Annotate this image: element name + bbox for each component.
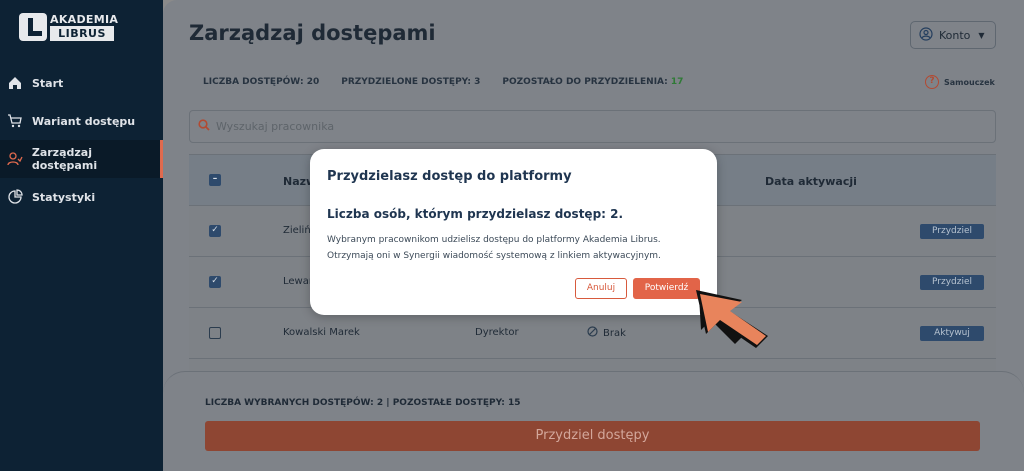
tutorial-label: Samouczek xyxy=(944,77,995,87)
employee-name: Lewar xyxy=(283,276,313,287)
assign-row-button[interactable]: Przydziel xyxy=(920,275,984,290)
sidebar-item-label: Wariant dostępu xyxy=(32,114,136,128)
account-label: Konto xyxy=(939,28,971,42)
employee-role: Dyrektor xyxy=(475,327,519,338)
account-button[interactable]: Konto ▼ xyxy=(910,21,996,49)
tutorial-link[interactable]: ? Samouczek xyxy=(925,75,995,89)
akademia-librus-logo[interactable]: AKADEMIA LIBRUS xyxy=(19,13,119,41)
access-status-label: Brak xyxy=(603,327,626,339)
sidebar-item-label: Statystyki xyxy=(32,190,96,204)
users-icon xyxy=(6,150,24,168)
row-checkbox[interactable] xyxy=(209,327,221,339)
pointer-arrow-icon xyxy=(696,290,768,348)
modal-body-line: Wybranym pracownikom udzielisz dostępu d… xyxy=(327,235,661,245)
modal-title: Przydzielasz dostęp do platformy xyxy=(327,169,572,184)
employee-name: Zieliń xyxy=(283,225,311,236)
cancel-button[interactable]: Anuluj xyxy=(575,278,627,299)
select-all-checkbox[interactable]: – xyxy=(209,174,221,186)
assign-access-button[interactable]: Przydziel dostępy xyxy=(205,421,980,451)
assign-row-button[interactable]: Przydziel xyxy=(920,224,984,239)
search-icon xyxy=(198,118,210,135)
search-input[interactable]: Wyszukaj pracownika xyxy=(189,110,996,143)
search-placeholder: Wyszukaj pracownika xyxy=(216,120,335,133)
sidebar: AKADEMIA LIBRUS Start Wariant dostępu Za… xyxy=(0,0,163,471)
stat-remaining: POZOSTAŁO DO PRZYDZIELENIA: 17 xyxy=(502,77,684,87)
page-title: Zarządzaj dostępami xyxy=(189,21,436,45)
logo-text-top: AKADEMIA xyxy=(50,13,119,26)
selection-footer: LICZBA WYBRANYCH DOSTĘPÓW: 2 | POZOSTAŁE… xyxy=(163,371,1024,471)
cart-icon xyxy=(6,112,24,130)
pie-chart-icon xyxy=(6,188,24,206)
ban-icon xyxy=(587,326,598,340)
access-status: Brak xyxy=(587,326,626,340)
sidebar-item-label: Start xyxy=(32,76,64,90)
column-header-activation-date[interactable]: Data aktywacji xyxy=(765,175,857,188)
selection-summary: LICZBA WYBRANYCH DOSTĘPÓW: 2 | POZOSTAŁE… xyxy=(205,398,521,408)
sidebar-item-label: Zarządzaj dostępami xyxy=(31,146,98,172)
row-checkbox[interactable]: ✓ xyxy=(209,225,221,237)
sidebar-item-statystyki[interactable]: Statystyki xyxy=(0,178,163,216)
sidebar-item-wariant[interactable]: Wariant dostępu xyxy=(0,102,163,140)
modal-subtitle: Liczba osób, którym przydzielasz dostęp:… xyxy=(327,207,624,221)
stat-assigned: PRZYDZIELONE DOSTĘPY: 3 xyxy=(341,77,481,87)
row-checkbox[interactable]: ✓ xyxy=(209,276,221,288)
table-row: Kowalski Marek Dyrektor Brak Aktywuj xyxy=(189,308,996,359)
question-icon: ? xyxy=(925,75,939,89)
stats-bar: LICZBA DOSTĘPÓW: 20 PRZYDZIELONE DOSTĘPY… xyxy=(189,63,995,101)
user-circle-icon xyxy=(919,26,933,44)
employee-name: Kowalski Marek xyxy=(283,327,360,338)
caret-down-icon: ▼ xyxy=(978,30,985,40)
logo-text-bottom: LIBRUS xyxy=(50,26,114,41)
home-icon xyxy=(6,74,24,92)
sidebar-item-zarzadzaj[interactable]: Zarządzaj dostępami xyxy=(0,140,163,178)
logo-mark-icon xyxy=(19,13,47,41)
stat-total: LICZBA DOSTĘPÓW: 20 xyxy=(203,77,320,87)
sidebar-item-start[interactable]: Start xyxy=(0,64,163,102)
modal-body-line: Otrzymają oni w Synergii wiadomość syste… xyxy=(327,251,661,261)
confirm-access-modal: Przydzielasz dostęp do platformy Liczba … xyxy=(310,149,717,315)
modal-body: Wybranym pracownikom udzielisz dostępu d… xyxy=(327,232,707,264)
activate-row-button[interactable]: Aktywuj xyxy=(920,326,984,341)
